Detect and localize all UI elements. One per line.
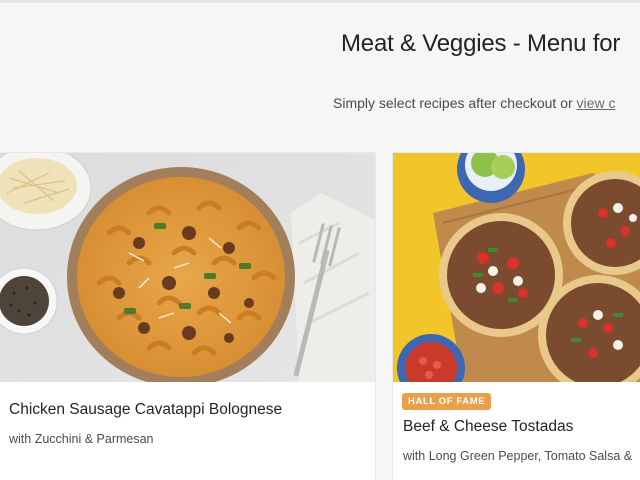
subtitle-text: Simply select recipes after checkout or [333,95,577,111]
page-title: Meat & Veggies - Menu for [341,30,621,57]
recipe-name[interactable]: Beef & Cheese Tostadas [403,418,573,436]
view-link[interactable]: view c [577,95,616,111]
recipe-name[interactable]: Chicken Sausage Cavatappi Bolognese [9,401,282,419]
hall-of-fame-badge: HALL OF FAME [402,393,492,410]
recipe-image-tostadas [393,153,640,382]
recipe-card-cavatappi[interactable]: Chicken Sausage Cavatappi Bolognese with… [0,152,376,480]
pasta-bowl-illustration [0,153,375,382]
recipe-subtitle: with Zucchini & Parmesan [9,432,154,446]
menu-page: Meat & Veggies - Menu for Simply select … [0,0,640,480]
recipe-subtitle: with Long Green Pepper, Tomato Salsa & [403,449,633,463]
tostadas-illustration [393,153,640,382]
recipe-card-tostadas[interactable]: HALL OF FAME Beef & Cheese Tostadas with… [392,152,640,480]
page-subtitle: Simply select recipes after checkout or … [333,95,615,111]
top-divider [0,0,640,3]
recipe-image-cavatappi [0,153,375,382]
